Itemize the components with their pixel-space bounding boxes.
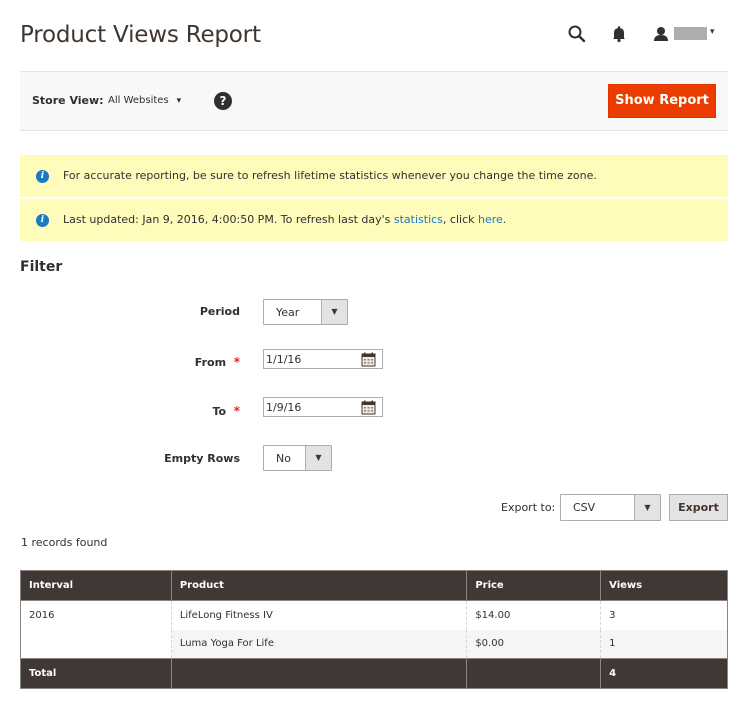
calendar-icon[interactable] — [361, 400, 376, 415]
message-prefix: Last updated: Jan 9, 2016, 4:00:50 PM. T… — [63, 213, 394, 226]
export-to-label: Export to: — [501, 501, 556, 514]
help-icon[interactable]: ? — [214, 92, 232, 110]
records-found: 1 records found — [21, 536, 108, 549]
column-header-views[interactable]: Views — [600, 570, 728, 601]
bell-icon[interactable] — [609, 24, 629, 44]
export-format-select[interactable]: CSV ▼ — [560, 494, 661, 521]
product-cell: LifeLong Fitness IV — [170, 600, 467, 630]
message-suffix: . — [502, 213, 507, 226]
empty-rows-label: Empty Rows — [164, 452, 240, 465]
from-label: From * — [130, 355, 240, 369]
period-select[interactable]: Year ▼ — [263, 299, 348, 325]
to-label-text: To — [212, 405, 227, 418]
report-table: Interval Product Price Views 2016 LifeLo… — [20, 570, 728, 689]
info-icon: i — [36, 170, 49, 183]
total-product — [170, 658, 468, 689]
store-view-value: All Websites — [108, 95, 169, 106]
info-message-timezone: i For accurate reporting, be sure to ref… — [20, 155, 728, 197]
to-date-value: 1/9/16 — [266, 401, 302, 414]
from-date-value: 1/1/16 — [266, 353, 302, 366]
empty-rows-value: No — [276, 452, 291, 465]
product-cell: Luma Yoga For Life — [170, 629, 467, 659]
chevron-down-icon: ▼ — [321, 300, 347, 324]
export-button[interactable]: Export — [669, 494, 728, 521]
here-link[interactable]: here — [478, 213, 503, 226]
store-view-label: Store View: — [32, 94, 104, 107]
to-date-input[interactable]: 1/9/16 — [263, 397, 383, 417]
table-row: 2016 LifeLong Fitness IV $14.00 3 — [20, 600, 728, 659]
price-cell: $14.00 — [466, 600, 601, 630]
message-mid: , click — [442, 213, 478, 226]
to-label: To * — [130, 404, 240, 418]
required-mark: * — [233, 404, 240, 418]
views-cell: 3 — [600, 600, 728, 630]
total-price — [466, 658, 602, 689]
table-header-row: Interval Product Price Views — [20, 570, 728, 601]
user-icon[interactable] — [651, 24, 671, 44]
info-message-last-updated: i Last updated: Jan 9, 2016, 4:00:50 PM.… — [20, 199, 728, 241]
user-menu-caret-icon[interactable]: ▾ — [710, 27, 715, 37]
column-header-interval[interactable]: Interval — [20, 570, 172, 601]
store-view-switcher[interactable]: All Websites ▾ — [108, 95, 181, 106]
views-cell: 1 — [600, 629, 728, 659]
from-label-text: From — [194, 356, 227, 369]
table-total-row: Total 4 — [20, 658, 728, 689]
search-icon[interactable] — [567, 24, 587, 44]
column-header-product[interactable]: Product — [170, 570, 468, 601]
message-text: Last updated: Jan 9, 2016, 4:00:50 PM. T… — [63, 213, 506, 226]
chevron-down-icon: ▼ — [305, 446, 331, 470]
statistics-link[interactable]: statistics — [394, 213, 443, 226]
info-icon: i — [36, 214, 49, 227]
period-label: Period — [199, 305, 240, 318]
show-report-button[interactable]: Show Report — [608, 84, 716, 118]
calendar-icon[interactable] — [361, 352, 376, 367]
chevron-down-icon: ▼ — [634, 495, 660, 520]
user-name[interactable] — [674, 27, 707, 40]
empty-rows-select[interactable]: No ▼ — [263, 445, 332, 471]
filter-title: Filter — [20, 259, 63, 275]
total-views: 4 — [600, 658, 728, 689]
total-label: Total — [20, 658, 172, 689]
interval-cell: 2016 — [20, 600, 172, 659]
required-mark: * — [233, 355, 240, 369]
from-date-input[interactable]: 1/1/16 — [263, 349, 383, 369]
page-title: Product Views Report — [20, 22, 261, 48]
period-value: Year — [276, 306, 300, 319]
export-format-value: CSV — [573, 501, 596, 514]
column-header-price[interactable]: Price — [466, 570, 602, 601]
chevron-down-icon: ▾ — [176, 96, 182, 106]
price-cell: $0.00 — [466, 629, 601, 659]
message-text: For accurate reporting, be sure to refre… — [63, 169, 597, 182]
